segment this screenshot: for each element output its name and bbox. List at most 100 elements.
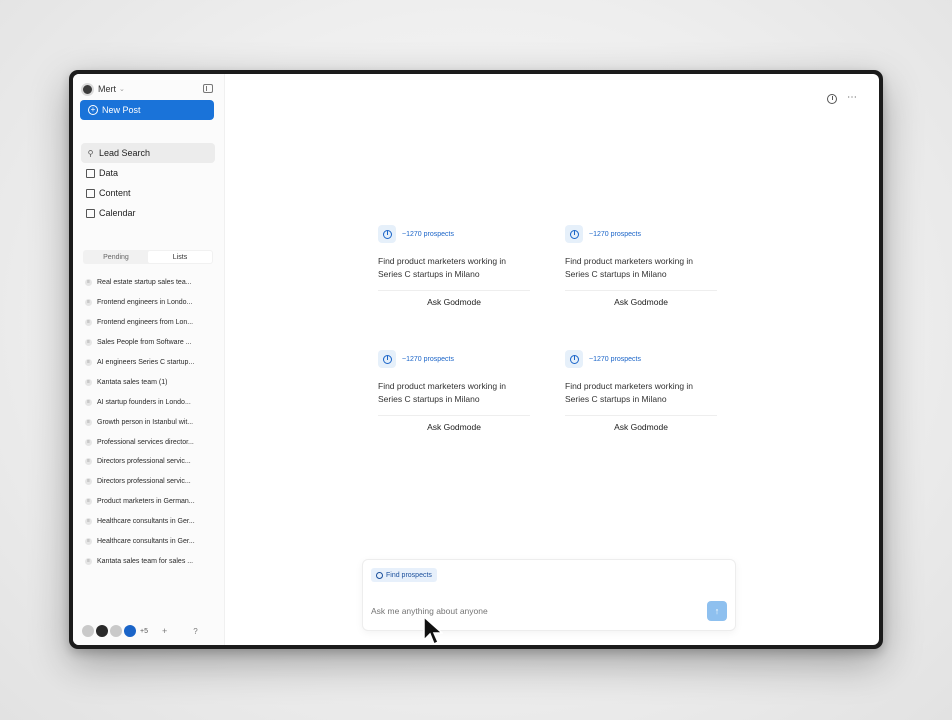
- sidebar-item-data[interactable]: Data: [81, 163, 215, 183]
- list-item[interactable]: ≡ Healthcare consultants in Ger...: [85, 532, 213, 552]
- list-item-label: Directors professional servic...: [97, 458, 191, 466]
- list-item[interactable]: ≡ Frontend engineers from Lon...: [85, 313, 213, 333]
- prospect-count: ~1270 prospects: [402, 230, 454, 238]
- suggestion-card[interactable]: ~1270 prospects Find product marketers w…: [378, 225, 530, 308]
- search-icon: ⚲: [87, 148, 94, 158]
- calendar-icon: [86, 208, 95, 218]
- tab-pending[interactable]: Pending: [84, 251, 148, 263]
- suggestion-card[interactable]: ~1270 prospects Find product marketers w…: [565, 350, 717, 433]
- plus-circle-icon: +: [88, 105, 98, 115]
- card-description: Find product marketers working in Series…: [378, 256, 507, 279]
- suggestion-card[interactable]: ~1270 prospects Find product marketers w…: [378, 350, 530, 433]
- content-icon: [86, 188, 95, 198]
- list-icon: ≡: [85, 458, 92, 466]
- list-icon: ≡: [85, 557, 92, 565]
- list-icon: ≡: [85, 319, 92, 327]
- list-item[interactable]: ≡ Directors professional servic...: [85, 472, 213, 492]
- list-item-label: Growth person in Istanbul wit...: [97, 418, 194, 426]
- list-item-label: Frontend engineers in Londo...: [97, 299, 193, 307]
- sidebar-item-lead-search[interactable]: ⚲ Lead Search: [81, 143, 215, 163]
- list-icon: ≡: [85, 518, 92, 526]
- card-description: Find product marketers working in Series…: [565, 381, 694, 404]
- ask-godmode-button[interactable]: Ask Godmode: [565, 290, 717, 308]
- pie-chart-icon: [378, 225, 396, 243]
- suggestion-card[interactable]: ~1270 prospects Find product marketers w…: [565, 225, 717, 308]
- table-icon: [86, 168, 95, 178]
- list-item-label: AI startup founders in Londo...: [97, 398, 191, 406]
- ask-godmode-button[interactable]: Ask Godmode: [378, 290, 530, 308]
- card-description: Find product marketers working in Series…: [378, 381, 507, 404]
- list-item-label: Professional services director...: [97, 438, 194, 446]
- more-options-icon[interactable]: ⋯: [847, 92, 858, 103]
- list-item-label: Real estate startup sales tea...: [97, 279, 192, 287]
- chat-composer: Find prospects ↑: [362, 559, 736, 631]
- more-members-count[interactable]: +5: [140, 628, 148, 635]
- list-item[interactable]: ≡ Frontend engineers in Londo...: [85, 293, 213, 313]
- user-switcher[interactable]: Mert ⌄: [81, 81, 217, 97]
- avatar[interactable]: [96, 625, 108, 637]
- sidebar-toggle-icon[interactable]: [203, 84, 213, 93]
- list-icon: ≡: [85, 438, 92, 446]
- user-avatar: [81, 82, 94, 96]
- sidebar-item-content[interactable]: Content: [81, 183, 215, 203]
- sidebar-item-label: Lead Search: [99, 148, 151, 158]
- prospect-count: ~1270 prospects: [402, 355, 454, 363]
- prospect-count: ~1270 prospects: [589, 355, 641, 363]
- help-icon[interactable]: ?: [193, 627, 197, 636]
- list-item[interactable]: ≡ AI engineers Series C startup...: [85, 353, 213, 373]
- card-stat: ~1270 prospects: [378, 225, 530, 243]
- chevron-down-icon: ⌄: [119, 86, 125, 93]
- list-item[interactable]: ≡ Product marketers in German...: [85, 492, 213, 512]
- list-icon: ≡: [85, 279, 92, 287]
- list-icon: ≡: [85, 299, 92, 307]
- list-item[interactable]: ≡ Healthcare consultants in Ger...: [85, 512, 213, 532]
- sidebar-item-label: Data: [99, 168, 119, 178]
- list-icon: ≡: [85, 478, 92, 486]
- list-item[interactable]: ≡ Professional services director...: [85, 432, 213, 452]
- pie-chart-icon: [565, 225, 583, 243]
- list-item-label: Directors professional servic...: [97, 478, 191, 486]
- list-item[interactable]: ≡ Sales People from Software ...: [85, 333, 213, 353]
- sidebar-nav: ⚲ Lead Search Data Content Calendar: [81, 143, 215, 223]
- new-post-button[interactable]: + New Post: [80, 100, 214, 120]
- list-item-label: Product marketers in German...: [97, 498, 195, 506]
- tab-lists[interactable]: Lists: [148, 251, 212, 263]
- list-item[interactable]: ≡ Growth person in Istanbul wit...: [85, 412, 213, 432]
- avatar[interactable]: [82, 625, 94, 637]
- list-icon: ≡: [85, 359, 92, 366]
- history-icon[interactable]: [827, 94, 837, 104]
- sidebar-item-label: Calendar: [99, 208, 136, 218]
- send-button[interactable]: ↑: [707, 601, 727, 621]
- list-item-label: Kantata sales team (1): [97, 378, 168, 386]
- list-item[interactable]: ≡ Directors professional servic...: [85, 452, 213, 472]
- app-window: Mert ⌄ + New Post ⚲ Lead Search Data Con…: [69, 70, 883, 649]
- chat-input[interactable]: [371, 606, 671, 616]
- sidebar: Mert ⌄ + New Post ⚲ Lead Search Data Con…: [73, 74, 225, 645]
- chip-label: Find prospects: [386, 571, 432, 579]
- ask-godmode-button[interactable]: Ask Godmode: [565, 415, 717, 433]
- list-item-label: Sales People from Software ...: [97, 339, 192, 347]
- list-item-label: AI engineers Series C startup...: [97, 359, 195, 366]
- list-item[interactable]: ≡ Kantata sales team (1): [85, 372, 213, 392]
- list-item[interactable]: ≡ Real estate startup sales tea...: [85, 273, 213, 293]
- list-tabs: Pending Lists: [83, 250, 213, 264]
- list-item-label: Kantata sales team for sales ...: [97, 557, 194, 565]
- pie-chart-icon: [378, 350, 396, 368]
- saved-lists: ≡ Real estate startup sales tea... ≡ Front…: [85, 273, 213, 571]
- list-item[interactable]: ≡ Kantata sales team for sales ...: [85, 551, 213, 571]
- list-item[interactable]: ≡ AI startup founders in Londo...: [85, 392, 213, 412]
- find-prospects-chip[interactable]: Find prospects: [371, 568, 437, 582]
- ask-godmode-button[interactable]: Ask Godmode: [378, 415, 530, 433]
- avatar[interactable]: [110, 625, 122, 637]
- prospect-count: ~1270 prospects: [589, 230, 641, 238]
- list-item-label: Frontend engineers from Lon...: [97, 319, 194, 327]
- list-icon: ≡: [85, 498, 92, 506]
- sidebar-item-calendar[interactable]: Calendar: [81, 203, 215, 223]
- add-icon[interactable]: +: [162, 626, 167, 636]
- card-stat: ~1270 prospects: [565, 350, 717, 368]
- app-screen: Mert ⌄ + New Post ⚲ Lead Search Data Con…: [73, 74, 879, 645]
- list-icon: ≡: [85, 378, 92, 386]
- avatar[interactable]: [124, 625, 136, 637]
- user-name: Mert: [98, 84, 116, 94]
- new-post-label: New Post: [102, 105, 141, 115]
